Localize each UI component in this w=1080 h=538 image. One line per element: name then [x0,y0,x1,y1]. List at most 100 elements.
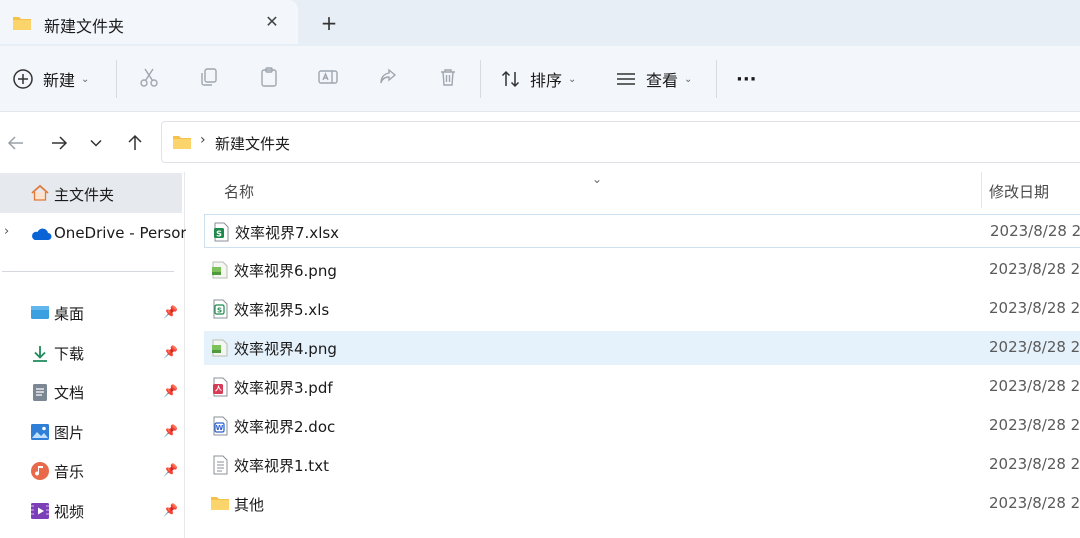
file-row[interactable]: 其他 2023/8/28 2 [204,487,1080,521]
trash-icon [437,66,459,92]
breadcrumb-chevron: › [200,132,206,148]
pin-icon[interactable]: 📌 [163,463,178,477]
clipboard-icon [258,66,280,92]
pictures-icon [30,422,50,442]
file-name: 效率视界5.xls [234,301,330,319]
pin-icon[interactable]: 📌 [163,503,178,517]
arrow-left-icon [7,136,23,150]
file-row[interactable]: W 效率视界2.doc 2023/8/28 2 [204,409,1080,443]
sort-button-label: 排序 [530,71,563,90]
sidebar-item-desktop[interactable]: 桌面 📌 [0,294,183,330]
sidebar-item-downloads[interactable]: 下载 📌 [0,334,183,370]
file-row[interactable]: 效率视界3.pdf 2023/8/28 2 [204,370,1080,404]
music-icon [30,461,50,481]
sort-indicator-icon: ⌄ [592,172,603,186]
file-row[interactable]: S 效率视界7.xlsx 2023/8/28 2 [204,214,1080,248]
rename-icon [317,66,339,92]
recent-locations-button[interactable] [84,132,108,154]
folder-icon [210,494,230,514]
svg-text:S: S [216,229,222,238]
file-row[interactable]: 效率视界1.txt 2023/8/28 2 [204,448,1080,482]
chevron-down-icon: ⌄ [568,73,577,85]
toolbar-divider [480,60,481,98]
more-options-button[interactable]: ··· [736,62,757,96]
sidebar-item-label: 视频 [54,503,85,521]
sidebar-item-home[interactable]: 主文件夹 [0,173,182,213]
sidebar-item-label: 音乐 [54,463,85,481]
chevron-down-icon: ⌄ [81,73,90,85]
arrow-up-icon [128,134,142,150]
copy-icon [198,66,220,92]
sidebar-item-label: 下载 [54,345,85,363]
new-button[interactable]: 新建 ⌄ [12,62,89,96]
navigation-row: › 新建文件夹 [0,112,1080,172]
cut-button[interactable] [138,62,160,96]
svg-text:W: W [216,424,224,432]
file-name: 其他 [234,496,265,514]
file-row[interactable]: 效率视界4.png 2023/8/28 2 [204,331,1080,365]
svg-text:S: S [217,307,222,315]
column-header-row: ⌄ 名称 修改日期 [186,172,1080,210]
up-button[interactable] [123,132,147,154]
file-row[interactable]: 效率视界6.png 2023/8/28 2 [204,253,1080,287]
file-date: 2023/8/28 2 [989,338,1080,356]
image-icon [210,338,230,358]
videos-icon [30,501,50,521]
title-bar: 新建文件夹 ✕ + [0,0,1080,46]
new-tab-button[interactable]: + [318,12,340,34]
sort-button[interactable]: 排序 ⌄ [500,62,576,96]
sidebar-item-music[interactable]: 音乐 📌 [0,452,183,488]
plus-circle-icon [12,68,34,90]
sidebar-item-label: 桌面 [54,305,85,323]
file-date: 2023/8/28 2 [989,494,1080,512]
home-icon [30,183,50,203]
sidebar-item-label: 图片 [54,424,85,442]
column-header-name[interactable]: 名称 [224,181,254,202]
sidebar-item-pictures[interactable]: 图片 📌 [0,413,183,449]
more-icon: ··· [736,68,757,90]
address-bar[interactable]: › 新建文件夹 [161,121,1080,163]
file-date: 2023/8/28 2 [989,260,1080,278]
share-button[interactable] [377,62,399,96]
file-row[interactable]: S 效率视界5.xls 2023/8/28 2 [204,292,1080,326]
file-date: 2023/8/28 2 [990,222,1080,240]
view-button-label: 查看 [646,71,679,90]
spreadsheet-icon: S [210,299,230,319]
file-name: 效率视界1.txt [234,457,329,475]
column-header-date[interactable]: 修改日期 [989,181,1049,202]
sidebar-item-videos[interactable]: 视频 📌 [0,492,183,528]
sidebar-item-documents[interactable]: 文档 📌 [0,373,183,409]
forward-button[interactable] [47,132,71,154]
delete-button[interactable] [437,62,459,96]
file-date: 2023/8/28 2 [989,416,1080,434]
expand-chevron-icon[interactable]: › [4,224,9,239]
file-name: 效率视界7.xlsx [235,224,340,242]
desktop-icon [30,303,50,323]
back-button[interactable] [4,132,28,154]
sidebar-item-label: OneDrive - Persor [54,224,187,242]
scissors-icon [138,66,160,92]
pdf-icon [210,377,230,397]
pin-icon[interactable]: 📌 [163,384,178,398]
tab-current-folder[interactable]: 新建文件夹 ✕ [0,0,298,44]
sidebar-item-onedrive[interactable]: › OneDrive - Persor [0,215,187,251]
documents-icon [30,382,50,402]
pin-icon[interactable]: 📌 [163,345,178,359]
pin-icon[interactable]: 📌 [163,424,178,438]
file-name: 效率视界3.pdf [234,379,333,397]
folder-icon [172,134,192,154]
image-icon [210,260,230,280]
view-button[interactable]: 查看 ⌄ [615,62,692,96]
rename-button[interactable] [317,62,339,96]
copy-button[interactable] [198,62,220,96]
close-tab-button[interactable]: ✕ [262,12,282,32]
sidebar-item-label: 主文件夹 [54,186,115,204]
breadcrumb-current[interactable]: 新建文件夹 [215,133,290,154]
share-icon [377,66,399,92]
excel-icon: S [211,222,231,242]
column-divider[interactable] [981,172,982,208]
view-list-icon [615,68,637,90]
paste-button[interactable] [258,62,280,96]
cloud-icon [30,224,52,244]
pin-icon[interactable]: 📌 [163,305,178,319]
